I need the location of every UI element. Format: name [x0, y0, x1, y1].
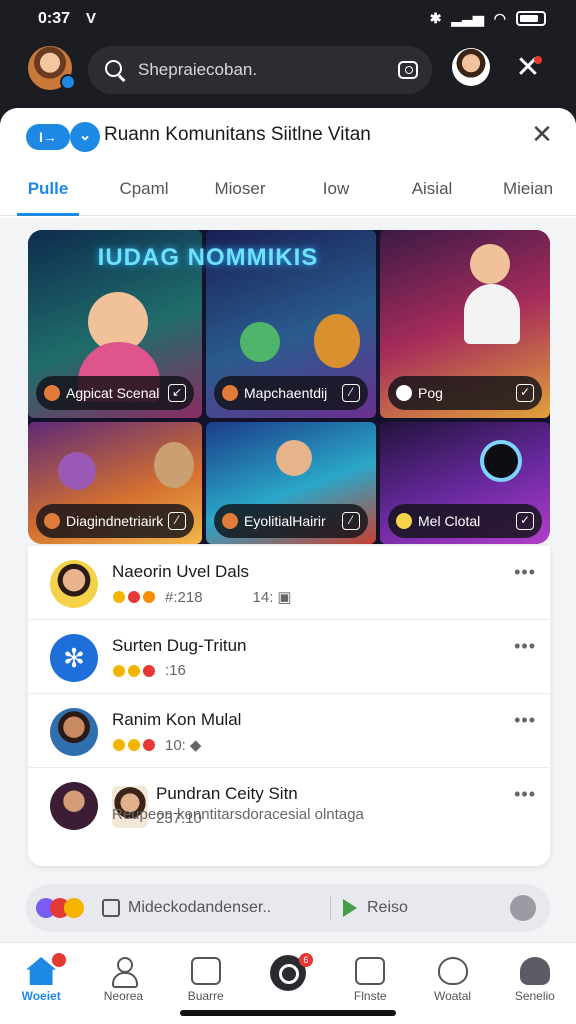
tab-mieian[interactable]: Mieian	[480, 170, 576, 215]
community-sheet: I→ ⌄ Ruann Komunitans Siitlne Vitan ✕ Pu…	[0, 108, 576, 1024]
community-banner: Agpicat Scenal ↙ Mapchaentdij ⁄ Pog ✓ Diagi…	[28, 230, 550, 544]
member-meta: #:218 14: ▣	[112, 588, 292, 606]
status-bar: 0:37 V ✱ ▂▃▅ ◠	[0, 0, 576, 40]
more-icon[interactable]: •••	[514, 784, 536, 805]
more-icon[interactable]: •••	[514, 636, 536, 657]
tile-label: Agpicat Scenal ↙	[36, 376, 194, 410]
status-icons: ✱ ▂▃▅ ◠	[430, 10, 546, 27]
search-bar[interactable]: Shepraiecoban.	[88, 46, 432, 94]
wifi-icon: ◠	[493, 10, 506, 26]
member-list: Naeorin Uvel Dals #:218 14: ▣ ••• ✻ Surt…	[28, 546, 550, 866]
tab-pulle[interactable]: Pulle	[0, 170, 96, 216]
tile-label: Diagindnetriairk ⁄	[36, 504, 194, 538]
profile-icon	[519, 957, 550, 985]
nav-people[interactable]: Neorea	[82, 943, 164, 1024]
banner-tile[interactable]: Pog ✓	[380, 230, 550, 418]
member-meta: :16	[112, 662, 186, 679]
tab-mioser[interactable]: Mioser	[192, 170, 288, 215]
home-indicator	[180, 1010, 396, 1016]
avatar	[50, 782, 98, 830]
bluetooth-icon: ✱	[429, 10, 442, 26]
nav-profile[interactable]: Senelio	[494, 943, 576, 1024]
tab-aisial[interactable]: Aisial	[384, 170, 480, 215]
divider	[330, 896, 331, 920]
feed-icon	[355, 957, 386, 985]
member-name: Surten Dug-Tritun	[112, 636, 247, 655]
avatar	[50, 560, 98, 608]
list-item[interactable]: ✻ Surten Dug-Tritun :16 •••	[28, 620, 550, 694]
nav-favorites[interactable]: Woatal	[411, 943, 493, 1024]
tab-iow[interactable]: Iow	[288, 170, 384, 215]
list-item[interactable]: Naeorin Uvel Dals #:218 14: ▣ •••	[28, 546, 550, 620]
composer-input[interactable]: Mideckodandenser..	[128, 899, 318, 917]
heart-icon	[437, 957, 468, 985]
avatar	[50, 708, 98, 756]
app-logo: I→ ⌄	[26, 122, 100, 152]
tile-label: Mapchaentdij ⁄	[214, 376, 368, 410]
sheet-header: I→ ⌄ Ruann Komunitans Siitlne Vitan ✕ Pu…	[0, 108, 576, 218]
tile-label: Pog ✓	[388, 376, 542, 410]
tiktok-icon: V	[86, 10, 97, 27]
chevron-down-icon: ⌄	[70, 122, 100, 152]
banner-tile[interactable]: Mel Clotal ✓	[380, 422, 550, 544]
play-icon	[343, 899, 357, 917]
groups-icon	[190, 957, 221, 985]
more-icon[interactable]: •••	[514, 710, 536, 731]
comment-icon: ◆	[189, 737, 202, 754]
sheet-title: Ruann Komunitans Siitlne Vitan	[104, 124, 371, 145]
list-item[interactable]: Ranim Kon Mulal 10: ◆ •••	[28, 694, 550, 768]
tab-cpaml[interactable]: Cpaml	[96, 170, 192, 215]
member-name: Ranim Kon Mulal	[112, 710, 242, 729]
edit-icon	[102, 899, 120, 917]
more-icon[interactable]: •••	[514, 562, 536, 583]
flower-icon: ✻	[50, 634, 98, 682]
comment-icon: ▣	[277, 589, 292, 606]
emoji-icon[interactable]	[36, 896, 88, 920]
notification-dot	[52, 953, 66, 967]
online-indicator	[60, 74, 76, 90]
top-bar: Shepraiecoban. ✕	[0, 40, 576, 106]
notification-dot	[534, 56, 542, 64]
composer-action[interactable]: Reiso	[367, 899, 510, 917]
member-meta: 10: ◆	[112, 736, 201, 754]
close-icon[interactable]: ✕	[528, 120, 556, 148]
list-description: Reupeon konntitarsdoracesial olntaga	[112, 806, 364, 823]
contact-avatar[interactable]	[452, 48, 490, 86]
banner-title: IUDAG NOMMIKIS	[97, 244, 319, 271]
member-name: Naeorin Uvel Dals	[112, 562, 249, 581]
badge-count: 6	[298, 953, 313, 967]
search-input[interactable]: Shepraiecoban.	[138, 60, 398, 80]
banner-tile[interactable]: Diagindnetriairk ⁄	[28, 422, 202, 544]
composer-bar[interactable]: Mideckodandenser.. Reiso	[26, 884, 550, 932]
signal-icon: ▂▃▅	[451, 10, 484, 26]
person-icon	[108, 957, 139, 988]
tab-bar: Pulle Cpaml Mioser Iow Aisial Mieian	[0, 170, 576, 216]
avatar[interactable]	[510, 895, 536, 921]
banner-tile[interactable]: EyolitialHairir ⁄	[206, 422, 376, 544]
logo-pill: I→	[26, 124, 70, 150]
search-icon	[104, 59, 126, 81]
tile-label: Mel Clotal ✓	[388, 504, 542, 538]
member-name: Pundran Ceity Sitn	[156, 784, 298, 803]
nav-home[interactable]: Woeiet	[0, 943, 82, 1024]
battery-icon	[516, 11, 546, 26]
camera-icon[interactable]	[398, 61, 418, 79]
status-time: 0:37	[38, 10, 71, 27]
tile-label: EyolitialHairir ⁄	[214, 504, 368, 538]
